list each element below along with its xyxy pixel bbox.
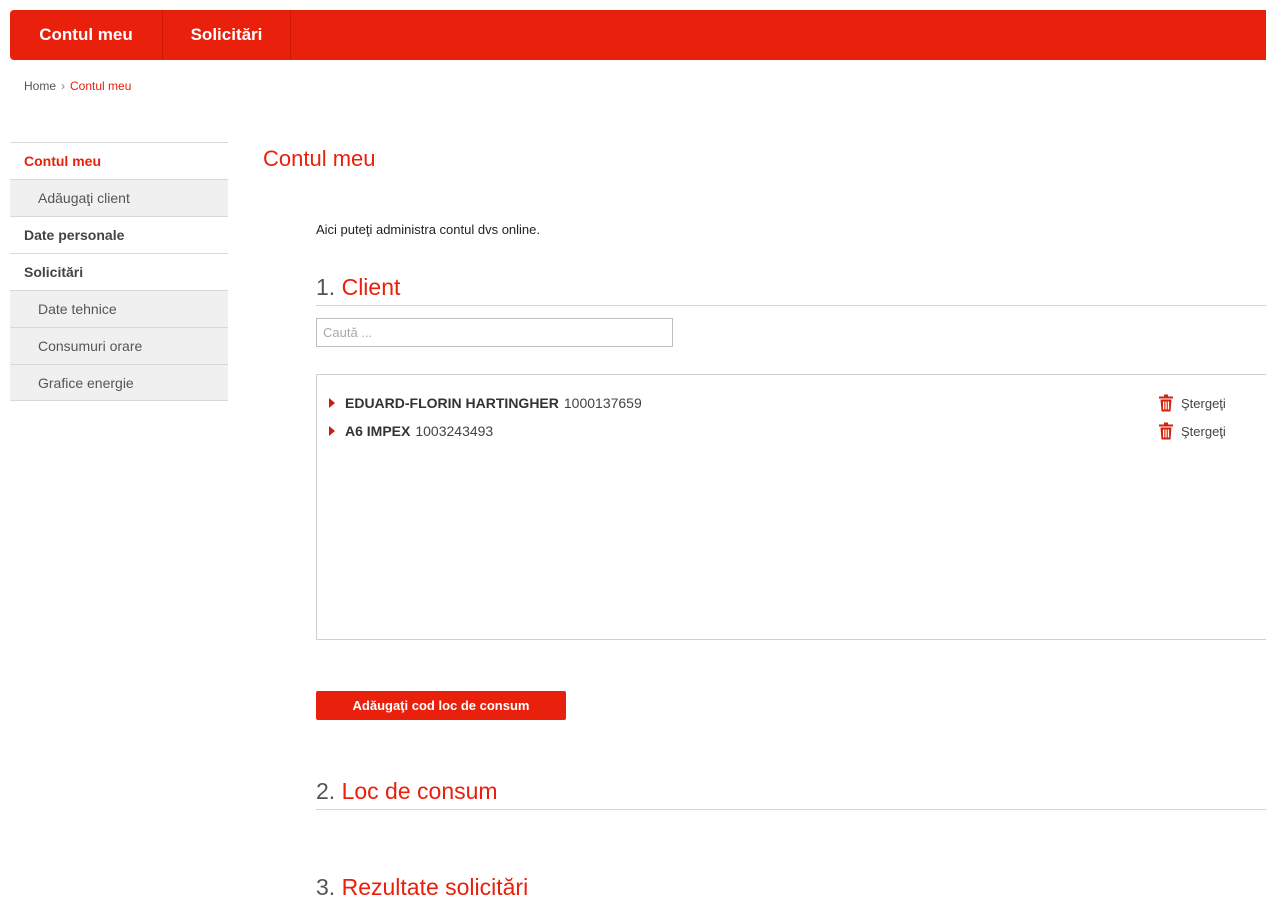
- client-name[interactable]: A6 IMPEX: [345, 423, 410, 439]
- breadcrumb: Home › Contul meu: [24, 79, 131, 93]
- section-number: 3.: [316, 874, 336, 900]
- section-name: Loc de consum: [341, 778, 498, 804]
- section-title-client: 1. Client: [316, 274, 1266, 306]
- sidebar-item-contul-meu[interactable]: Contul meu: [10, 142, 228, 179]
- delete-label: Ştergeţi: [1181, 423, 1226, 439]
- nav-tab-contul-meu[interactable]: Contul meu: [10, 10, 163, 60]
- delete-client-button[interactable]: Ştergeţi: [1158, 393, 1226, 413]
- intro-text: Aici puteţi administra contul dvs online…: [316, 222, 541, 237]
- breadcrumb-separator-icon: ›: [61, 79, 66, 93]
- nav-tab-solicitari[interactable]: Solicitări: [163, 10, 291, 60]
- delete-label: Ştergeţi: [1181, 395, 1226, 411]
- sidebar-item-grafice-energie[interactable]: Grafice energie: [10, 364, 228, 401]
- section-name: Client: [341, 274, 401, 300]
- trash-icon: [1159, 394, 1173, 412]
- section-number: 1.: [316, 274, 336, 300]
- sidebar-item-solicitari[interactable]: Solicitări: [10, 253, 228, 290]
- section-name: Rezultate solicitări: [341, 874, 529, 900]
- client-code: 1003243493: [415, 423, 494, 439]
- client-row: A6 IMPEX 1003243493 Ştergeţi: [329, 421, 1254, 441]
- trash-icon: [1159, 422, 1173, 440]
- section-title-loc-de-consum: 2. Loc de consum: [316, 778, 1266, 810]
- expand-caret-icon[interactable]: [329, 398, 335, 408]
- add-consumption-code-button[interactable]: Adăugaţi cod loc de consum: [316, 691, 566, 720]
- section-number: 2.: [316, 778, 336, 804]
- sidebar: Contul meu Adăugaţi client Date personal…: [10, 142, 228, 401]
- client-list: EDUARD-FLORIN HARTINGHER 1000137659 Şter…: [316, 374, 1266, 640]
- client-name[interactable]: EDUARD-FLORIN HARTINGHER: [345, 395, 559, 411]
- sidebar-item-adaugati-client[interactable]: Adăugaţi client: [10, 179, 228, 216]
- sidebar-item-date-personale[interactable]: Date personale: [10, 216, 228, 253]
- sidebar-item-date-tehnice[interactable]: Date tehnice: [10, 290, 228, 327]
- breadcrumb-home-link[interactable]: Home: [24, 79, 56, 93]
- client-row: EDUARD-FLORIN HARTINGHER 1000137659 Şter…: [329, 393, 1254, 413]
- client-code: 1000137659: [563, 395, 642, 411]
- section-title-rezultate-solicitari: 3. Rezultate solicitări: [316, 874, 1266, 905]
- sidebar-item-consumuri-orare[interactable]: Consumuri orare: [10, 327, 228, 364]
- delete-client-button[interactable]: Ştergeţi: [1158, 421, 1226, 441]
- page-title: Contul meu: [263, 146, 376, 171]
- top-navigation: Contul meu Solicitări: [10, 10, 1266, 60]
- client-search-input[interactable]: [316, 318, 673, 347]
- breadcrumb-current[interactable]: Contul meu: [70, 79, 131, 93]
- expand-caret-icon[interactable]: [329, 426, 335, 436]
